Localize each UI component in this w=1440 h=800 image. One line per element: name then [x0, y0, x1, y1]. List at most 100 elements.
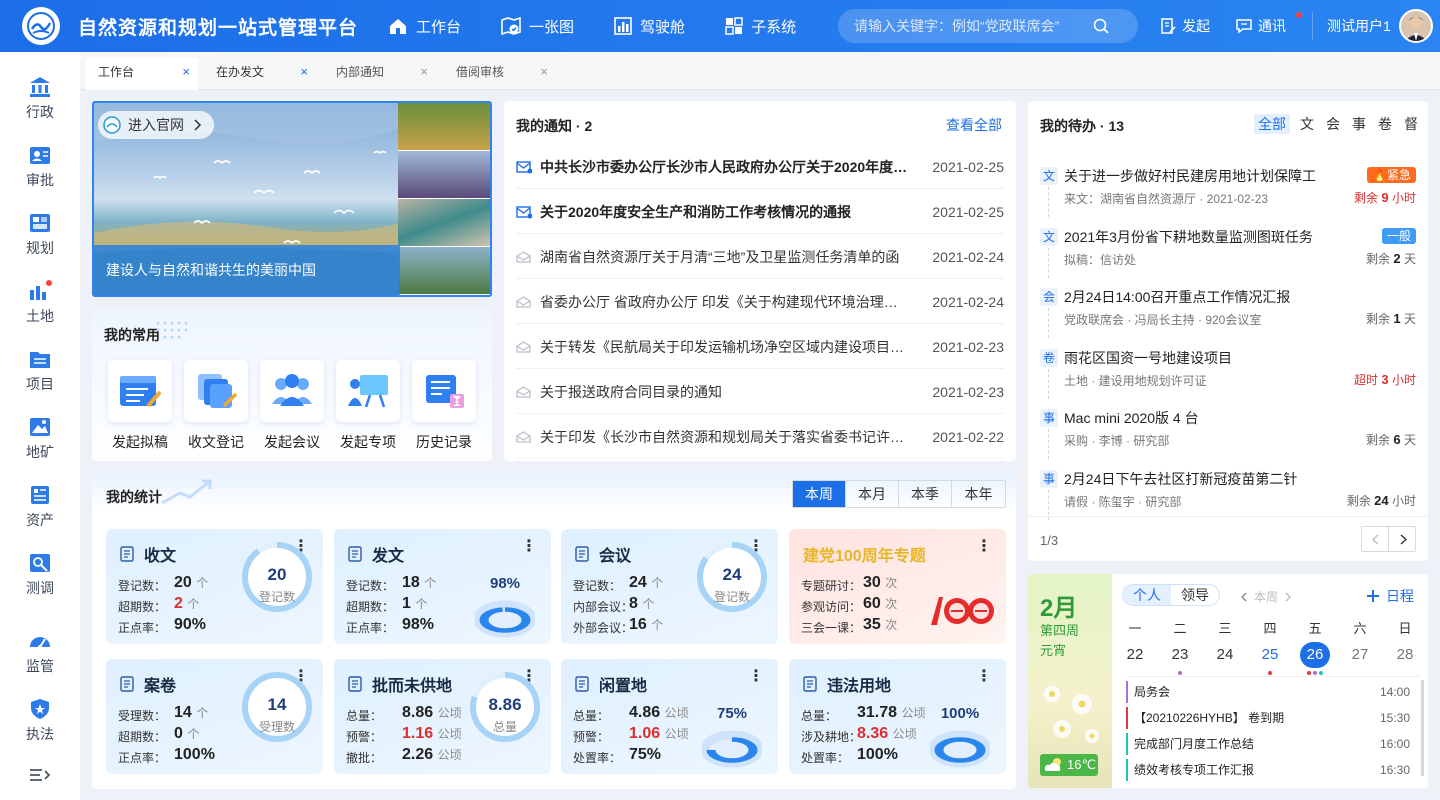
sidebar-item-project[interactable]: 项目 — [0, 348, 80, 394]
calendar-event[interactable]: 绩效考核专项工作汇报 16:30 — [1126, 759, 1420, 781]
quick-receive-register-button[interactable]: 收文登记 — [184, 360, 248, 452]
todo-filter-3[interactable]: 事 — [1350, 114, 1368, 134]
todo-prev-button[interactable] — [1361, 526, 1389, 552]
chevron-right-icon[interactable] — [1284, 592, 1292, 602]
calendar-day[interactable]: 27 — [1345, 642, 1375, 668]
todo-item[interactable]: 事 Mac mini 2020版 4 台 采购 · 李博 · 研究部 剩余 6 … — [1040, 405, 1416, 465]
stat-card[interactable]: 会议 ⋮ 登记数： 24 个内部会议： 8 个外部会议： 16 个 24 登记数 — [561, 529, 778, 644]
more-options-icon[interactable]: ⋮ — [976, 669, 992, 685]
todo-item[interactable]: 文 关于进一步做好村民建房用地计划保障工 来文：湖南省自然资源厅 · 2021-… — [1040, 163, 1416, 223]
search-input[interactable] — [838, 18, 1093, 34]
calendar-day[interactable]: 25 — [1255, 642, 1285, 668]
more-options-icon[interactable]: ⋮ — [976, 539, 992, 555]
todo-item[interactable]: 事 2月24日下午去社区打新冠疫苗第二针 请假 · 陈玺宇 · 研究部 剩余 2… — [1040, 466, 1416, 526]
stat-card[interactable]: 闲置地 ⋮ 总量： 4.86 公顷 预警： 1.06 公顷 处置率： 75% 75% — [561, 659, 778, 774]
todo-filter-2[interactable]: 会 — [1324, 114, 1342, 134]
view-all-notices-link[interactable]: 查看全部 — [946, 115, 1002, 135]
nav-cockpit[interactable]: 驾驶舱 — [614, 16, 685, 37]
launch-button[interactable]: 发起 — [1160, 16, 1210, 36]
sidebar-item-supervision[interactable]: 监管 — [0, 630, 80, 676]
app-logo[interactable] — [22, 7, 60, 45]
calendar-event[interactable]: 【20210226HYHB】 卷到期 15:30 — [1126, 707, 1420, 729]
stat-card[interactable]: 违法用地 ⋮ 总量： 31.78 公顷 涉及耕地： 8.36 公顷 处置率： 100% 1… — [789, 659, 1006, 774]
thumb-ceremony[interactable] — [398, 151, 490, 199]
tab-borrow-review[interactable]: 借阅审核 × — [444, 58, 556, 90]
more-options-icon[interactable]: ⋮ — [521, 539, 537, 555]
quick-draft-button[interactable]: 发起拟稿 — [108, 360, 172, 452]
todo-filter-5[interactable]: 督 — [1402, 114, 1420, 134]
period-0[interactable]: 本周 — [793, 481, 846, 507]
stat-card[interactable]: 建党100周年专题 ⋮ 专题研讨： 30 次参观访问： 60 次三会一课： 35 次 — [789, 529, 1006, 644]
close-icon[interactable]: × — [540, 58, 548, 86]
notice-row[interactable]: 中共长沙市委办公厅长沙市人民政府办公厅关于2020年度市直单位... 2021-0… — [516, 145, 1004, 189]
todo-item[interactable]: 文 2021年3月份省下耕地数量监测图斑任务 拟稿：信访处 一般 剩余 2 天 — [1040, 224, 1416, 284]
sidebar-item-admin[interactable]: 行政 — [0, 76, 80, 122]
tab-internal-notice[interactable]: 内部通知 × — [324, 58, 436, 90]
notice-row[interactable]: 关于报送政府合同目录的通知 2021-02-23 — [516, 370, 1004, 414]
quick-special-button[interactable]: 发起专项 — [336, 360, 400, 452]
notice-row[interactable]: 关于转发《民航局关于印发运输机场净空区域内建设项目管理办法》 2021-02-23 — [516, 325, 1004, 369]
chevron-left-icon[interactable] — [1240, 592, 1248, 602]
user-menu[interactable]: 测试用户1 — [1312, 9, 1433, 43]
sidebar-collapse-button[interactable] — [0, 768, 80, 786]
sidebar-item-land[interactable]: 土地 — [0, 280, 80, 326]
calendar-day[interactable]: 22 — [1120, 642, 1150, 668]
todo-item[interactable]: 卷 雨花区国资一号地建设项目 土地 · 建设用地规划许可证 超时 3 小时 — [1040, 345, 1416, 405]
calendar-event[interactable]: 局务会 14:00 — [1126, 681, 1420, 703]
stat-card[interactable]: 发文 ⋮ 登记数： 18 个超期数： 1 个正点率： 98% 98% — [334, 529, 551, 644]
nav-subsystem[interactable]: 子系统 — [725, 16, 796, 37]
period-3[interactable]: 本年 — [952, 481, 1005, 507]
banner-carousel[interactable]: 进入官网 建设人与自然和谐共生的美丽中国 — [92, 101, 492, 297]
notice-title: 省委办公厅 省政府办公厅 印发《关于构建现代环境治理体系的实施意见》 — [540, 293, 908, 310]
close-icon[interactable]: × — [420, 58, 428, 86]
quick-meeting-button[interactable]: 发起会议 — [260, 360, 324, 452]
contacts-button[interactable]: 通讯 — [1236, 12, 1302, 36]
stat-card[interactable]: 案卷 ⋮ 受理数： 14 个超期数： 0 个正点率： 100% 14 受理数 — [106, 659, 323, 774]
calendar-day[interactable]: 24 — [1210, 642, 1240, 668]
calendar-tab-personal[interactable]: 个人 — [1123, 585, 1171, 605]
period-2[interactable]: 本季 — [899, 481, 952, 507]
nav-one-map[interactable]: 一张图 — [501, 16, 574, 37]
notice-row[interactable]: 关于印发《长沙市自然资源和规划局关于落实省委书记许达哲讲话精神》 2021-02-… — [516, 415, 1004, 459]
search-icon[interactable] — [1093, 18, 1109, 34]
calendar-date-panel: 2月 第四周 元宵 16℃ — [1028, 574, 1112, 788]
sidebar-item-assets[interactable]: 资产 — [0, 484, 80, 530]
calendar-day[interactable]: 23 — [1165, 642, 1195, 668]
todo-item[interactable]: 会 2月24日14:00召开重点工作情况汇报 党政联席会 · 冯局长主持 · 9… — [1040, 284, 1416, 344]
todo-filter-0[interactable]: 全部 — [1254, 114, 1290, 134]
close-icon[interactable]: × — [182, 58, 190, 86]
notice-row[interactable]: 省委办公厅 省政府办公厅 印发《关于构建现代环境治理体系的实施意见》 2021-0… — [516, 280, 1004, 324]
sidebar-item-enforcement[interactable]: 执法 — [0, 698, 80, 744]
sidebar-item-planning[interactable]: 规划 — [0, 212, 80, 258]
add-schedule-button[interactable]: 日程 — [1366, 586, 1414, 606]
calendar-tab-leader[interactable]: 领导 — [1171, 585, 1219, 605]
event-scrollbar[interactable] — [1421, 680, 1424, 776]
calendar-day[interactable]: 28 — [1390, 642, 1420, 668]
nav-workbench[interactable]: 工作台 — [388, 16, 461, 37]
sidebar-item-survey[interactable]: 测调 — [0, 552, 80, 598]
stat-card[interactable]: 收文 ⋮ 登记数： 20 个超期数： 2 个正点率： 90% 20 登记数 — [106, 529, 323, 644]
tab-workbench[interactable]: 工作台 × — [86, 58, 198, 90]
todo-filter-1[interactable]: 文 — [1298, 114, 1316, 134]
stat-card[interactable]: 批而未供地 ⋮ 总量： 8.86 公顷 预警： 1.16 公顷 撤批： 2.26 公顷 8… — [334, 659, 551, 774]
calendar-day[interactable]: 26 — [1300, 642, 1330, 668]
sidebar-item-geology[interactable]: 地矿 — [0, 416, 80, 462]
quick-history-button[interactable]: 历史记录 — [412, 360, 476, 452]
thumb-village[interactable] — [398, 247, 490, 295]
stat-card-title: 收文 — [120, 542, 176, 566]
todo-filter-4[interactable]: 卷 — [1376, 114, 1394, 134]
visit-website-button[interactable]: 进入官网 — [98, 111, 214, 139]
thumb-river[interactable] — [398, 199, 490, 247]
more-options-icon[interactable]: ⋮ — [748, 669, 764, 685]
period-1[interactable]: 本月 — [846, 481, 899, 507]
todo-next-button[interactable] — [1388, 526, 1416, 552]
sidebar-item-label: 项目 — [26, 376, 54, 392]
tab-outgoing-docs[interactable]: 在办发文 × — [204, 58, 316, 90]
stat-card-title: 闲置地 — [575, 672, 647, 696]
notice-row[interactable]: 湖南省自然资源厅关于月清“三地”及卫星监测任务清单的函 2021-02-24 — [516, 235, 1004, 279]
calendar-event[interactable]: 完成部门月度工作总结 16:00 — [1126, 733, 1420, 755]
close-icon[interactable]: × — [300, 58, 308, 86]
notice-row[interactable]: 关于2020年度安全生产和消防工作考核情况的通报 2021-02-25 — [516, 190, 1004, 234]
thumb-farmland[interactable] — [398, 103, 490, 151]
sidebar-item-approval[interactable]: 审批 — [0, 144, 80, 190]
